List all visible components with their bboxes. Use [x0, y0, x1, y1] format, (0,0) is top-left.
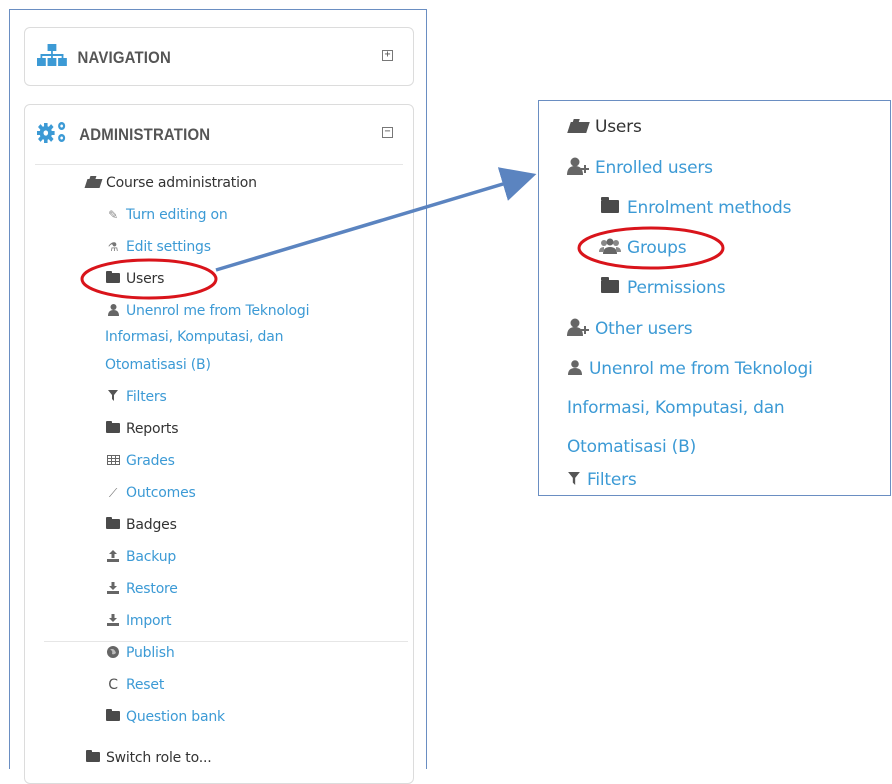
navigation-block: NAVIGATION +	[24, 27, 414, 86]
user-icon	[105, 303, 121, 319]
zoom-groups-label: Groups	[627, 238, 687, 258]
moodle-sidebar-frame: NAVIGATION + ADMINISTRATION − Course adm…	[9, 9, 427, 784]
edit-settings-label: Edit settings	[126, 239, 211, 255]
zoom-other-users-label: Other users	[595, 319, 693, 339]
divider	[44, 641, 408, 642]
sitemap-icon	[37, 44, 67, 71]
badges-node[interactable]: Badges	[105, 517, 177, 533]
filter-icon	[105, 390, 121, 404]
expand-icon[interactable]: +	[382, 50, 393, 61]
folder-icon	[599, 277, 621, 297]
zoom-enrolment-methods-node[interactable]: Enrolment methods	[599, 197, 792, 218]
folder-open-icon	[84, 176, 102, 190]
collapse-icon[interactable]: −	[382, 127, 393, 138]
navigation-title: NAVIGATION	[77, 47, 171, 67]
reset-link[interactable]: C Reset	[105, 677, 164, 693]
cogs-icon	[37, 120, 69, 149]
divider	[35, 164, 403, 165]
reset-label: Reset	[126, 677, 165, 693]
users-node[interactable]: Users	[105, 271, 164, 287]
zoom-users-node[interactable]: Users	[566, 117, 642, 137]
folder-icon	[599, 197, 621, 217]
zoom-filters-label: Filters	[587, 470, 637, 490]
administration-header[interactable]: ADMINISTRATION	[37, 105, 210, 164]
zoom-permissions-node[interactable]: Permissions	[599, 277, 726, 298]
import-label: Import	[126, 613, 172, 629]
zoomed-users-panel: Users Enrolled users Enrolment methods G…	[538, 100, 891, 496]
course-administration-node[interactable]: Course administration	[84, 175, 257, 191]
user-icon	[567, 359, 583, 379]
filters-link[interactable]: Filters	[105, 389, 167, 405]
users-group-icon	[599, 238, 621, 258]
download-icon	[105, 581, 121, 597]
flask-icon: ⚗	[107, 240, 119, 254]
zoom-unenrol-label-line3[interactable]: Otomatisasi (B)	[567, 437, 696, 457]
import-link[interactable]: Import	[105, 613, 171, 629]
unenrol-label-line2[interactable]: Informasi, Komputasi, dan	[105, 329, 283, 345]
switch-role-node[interactable]: Switch role to...	[85, 750, 212, 766]
unenrol-label-line1: Unenrol me from Teknologi	[126, 303, 310, 319]
folder-icon	[105, 517, 121, 532]
navigation-header[interactable]: NAVIGATION	[37, 28, 171, 87]
zoom-enrolled-users-link[interactable]: Enrolled users	[567, 157, 713, 179]
turn-editing-on-link[interactable]: ✎ Turn editing on	[105, 207, 228, 223]
outcomes-link[interactable]: ⟋ Outcomes	[105, 485, 196, 501]
user-plus-icon	[567, 318, 589, 340]
zoom-filters-link[interactable]: Filters	[567, 470, 637, 490]
administration-block: ADMINISTRATION −	[24, 104, 414, 784]
publish-label: Publish	[126, 645, 175, 661]
folder-open-icon	[566, 118, 590, 136]
administration-title: ADMINISTRATION	[79, 124, 211, 144]
zoom-unenrol-link[interactable]: Unenrol me from Teknologi	[567, 359, 813, 379]
zoom-groups-link[interactable]: Groups	[599, 238, 687, 258]
folder-icon	[85, 750, 101, 765]
upload-icon	[105, 549, 121, 565]
magic-wand-icon: ⟋	[108, 485, 118, 500]
restore-link[interactable]: Restore	[105, 581, 178, 597]
zoom-enrolment-methods-label: Enrolment methods	[627, 198, 792, 218]
backup-label: Backup	[126, 549, 177, 565]
question-bank-label: Question bank	[126, 709, 225, 725]
zoom-enrolled-users-label: Enrolled users	[595, 158, 713, 178]
filter-icon	[567, 471, 581, 489]
download-icon	[105, 613, 121, 629]
edit-settings-link[interactable]: ⚗ Edit settings	[105, 239, 211, 255]
pencil-icon: ✎	[108, 208, 118, 222]
zoom-other-users-link[interactable]: Other users	[567, 318, 693, 340]
unenrol-label-line3[interactable]: Otomatisasi (B)	[105, 357, 211, 373]
reports-label: Reports	[126, 421, 179, 437]
restore-label: Restore	[126, 581, 178, 597]
zoom-permissions-label: Permissions	[627, 278, 726, 298]
user-plus-icon	[567, 157, 589, 179]
folder-icon	[105, 271, 121, 286]
users-label: Users	[126, 271, 165, 287]
question-bank-node[interactable]: Question bank	[105, 709, 225, 725]
zoom-unenrol-label-line1: Unenrol me from Teknologi	[589, 359, 813, 379]
unenrol-link[interactable]: Unenrol me from Teknologi	[105, 303, 309, 319]
backup-link[interactable]: Backup	[105, 549, 176, 565]
folder-icon	[105, 709, 121, 724]
reset-icon: C	[108, 677, 118, 693]
folder-icon	[105, 421, 121, 436]
badges-label: Badges	[126, 517, 177, 533]
turn-editing-on-label: Turn editing on	[126, 207, 228, 223]
filters-label: Filters	[126, 389, 167, 405]
grades-label: Grades	[126, 453, 175, 469]
publish-link[interactable]: Publish	[105, 645, 175, 661]
reports-node[interactable]: Reports	[105, 421, 179, 437]
table-icon	[105, 454, 121, 468]
switch-role-label: Switch role to...	[106, 750, 212, 766]
grades-link[interactable]: Grades	[105, 453, 175, 469]
zoom-users-label: Users	[595, 117, 642, 137]
globe-icon	[105, 645, 121, 661]
zoom-unenrol-label-line2[interactable]: Informasi, Komputasi, dan	[567, 398, 785, 418]
course-administration-label: Course administration	[106, 175, 257, 191]
outcomes-label: Outcomes	[126, 485, 196, 501]
